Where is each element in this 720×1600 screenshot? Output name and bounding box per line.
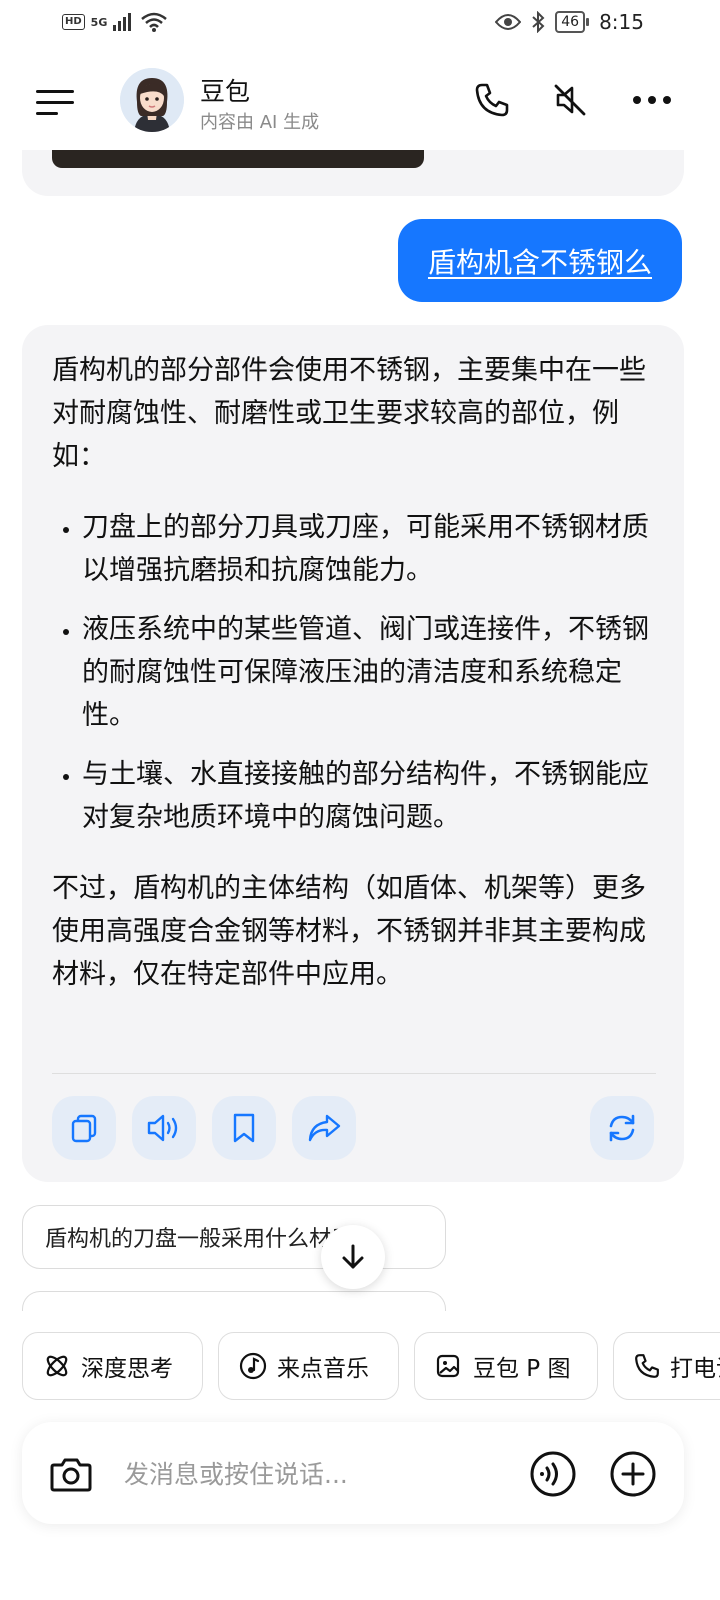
mute-button[interactable] [548, 78, 592, 122]
arrow-down-icon [342, 1244, 364, 1269]
avatar-girl-icon [120, 68, 184, 132]
status-right: 46 8:15 [495, 10, 644, 34]
chat-header: 豆包 内容由 AI 生成 [0, 48, 720, 158]
plus-circle-icon [610, 1451, 656, 1497]
voice-wave-icon [530, 1451, 576, 1497]
bookmark-icon [233, 1113, 255, 1143]
more-button[interactable] [630, 78, 674, 122]
status-bar: HD 5G 46 8:15 [0, 0, 720, 48]
quick-action-label: 豆包 P 图 [473, 1356, 571, 1382]
quick-action-label: 深度思考 [81, 1356, 173, 1382]
avatar[interactable] [120, 68, 184, 132]
previous-message-bubble [22, 150, 684, 196]
speaker-muted-icon [554, 84, 586, 116]
ai-message-text: 盾构机的部分部件会使用不锈钢，主要集中在一些对耐腐蚀性、耐磨性或卫生要求较高的部… [52, 349, 652, 996]
add-button[interactable] [610, 1451, 656, 1497]
battery-indicator: 46 [555, 11, 589, 33]
copy-button[interactable] [52, 1096, 116, 1160]
refresh-icon [609, 1114, 635, 1142]
user-message-bubble[interactable]: 盾构机含不锈钢么 [397, 219, 682, 302]
voice-call-button[interactable] [530, 1451, 576, 1497]
previous-image[interactable] [52, 150, 424, 168]
read-aloud-button[interactable] [132, 1096, 196, 1160]
ai-generated-note: 内容由 AI 生成 [200, 112, 320, 133]
call-button[interactable] [470, 78, 514, 122]
atom-icon [46, 1355, 68, 1377]
hd-badge: HD [62, 14, 85, 30]
network-type: 5G [90, 15, 108, 29]
camera-icon [50, 1458, 92, 1492]
quick-action-call[interactable]: 打电话 [613, 1332, 720, 1400]
phone-icon [475, 83, 509, 117]
more-dots-icon [633, 96, 671, 104]
chat-title: 豆包 [200, 77, 251, 106]
quick-action-deep-think[interactable]: 深度思考 [22, 1332, 203, 1400]
regenerate-button[interactable] [590, 1096, 654, 1160]
ai-outro: 不过，盾构机的主体结构（如盾体、机架等）更多使用高强度合金钢等材料，不锈钢并非其… [52, 873, 646, 990]
scroll-to-bottom-button[interactable] [321, 1225, 385, 1289]
eye-icon [495, 14, 522, 30]
suggestion-chip-partial[interactable] [22, 1291, 446, 1311]
phone-icon [635, 1354, 659, 1378]
camera-button[interactable] [48, 1451, 94, 1497]
music-note-icon [239, 1352, 267, 1380]
quick-action-music[interactable]: 来点音乐 [218, 1332, 399, 1400]
list-item: 与土壤、水直接接触的部分结构件，不锈钢能应对复杂地质环境中的腐蚀问题。 [82, 753, 652, 839]
copy-icon [71, 1114, 97, 1143]
list-item: 刀盘上的部分刀具或刀座，可能采用不锈钢材质以增强抗磨损和抗腐蚀能力。 [82, 506, 652, 592]
speaker-icon [147, 1114, 178, 1142]
status-left: HD 5G [62, 12, 168, 32]
share-arrow-icon [308, 1114, 341, 1142]
signal-icon [113, 13, 132, 31]
message-input[interactable] [122, 1452, 506, 1496]
message-input-bar [22, 1422, 684, 1524]
wifi-icon [141, 12, 168, 32]
clock: 8:15 [599, 10, 644, 34]
quick-action-label: 打电话 [670, 1356, 720, 1382]
menu-icon[interactable] [36, 90, 74, 115]
quick-action-label: 来点音乐 [277, 1356, 369, 1382]
list-item: 液压系统中的某些管道、阀门或连接件，不锈钢的耐腐蚀性可保障液压油的清洁度和系统稳… [82, 608, 652, 737]
ai-bullet-list: 刀盘上的部分刀具或刀座，可能采用不锈钢材质以增强抗磨损和抗腐蚀能力。 液压系统中… [52, 506, 652, 839]
quick-action-photo-edit[interactable]: 豆包 P 图 [414, 1332, 598, 1400]
bluetooth-icon [532, 11, 545, 33]
ai-message-bubble: 盾构机的部分部件会使用不锈钢，主要集中在一些对耐腐蚀性、耐磨性或卫生要求较高的部… [22, 325, 684, 1182]
divider [52, 1073, 656, 1074]
share-button[interactable] [292, 1096, 356, 1160]
bookmark-button[interactable] [212, 1096, 276, 1160]
image-edit-icon [436, 1354, 460, 1378]
quick-action-bar: 深度思考 来点音乐 豆包 P 图 打电话 [0, 1332, 720, 1400]
ai-intro: 盾构机的部分部件会使用不锈钢，主要集中在一些对耐腐蚀性、耐磨性或卫生要求较高的部… [52, 355, 646, 472]
